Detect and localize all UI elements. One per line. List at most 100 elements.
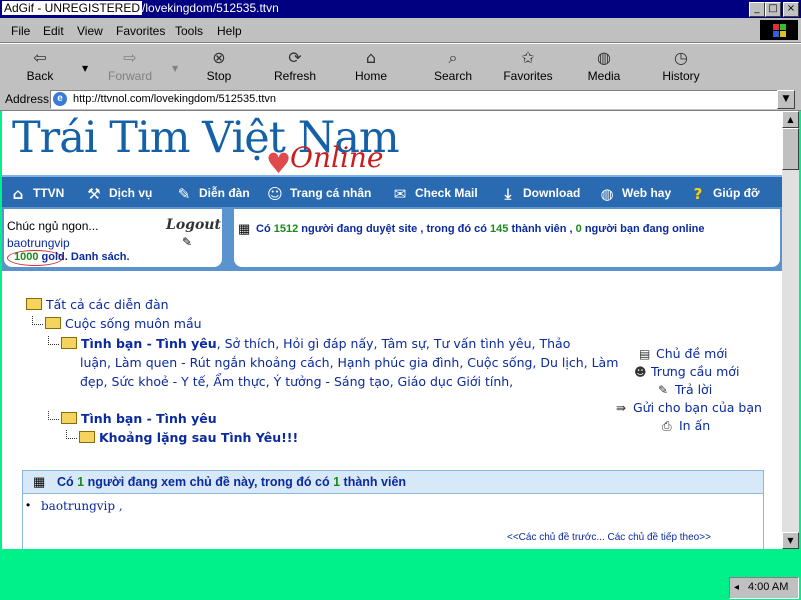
maximize-button[interactable]: □ xyxy=(765,2,781,17)
help-icon: ? xyxy=(693,185,703,203)
tree-line2[interactable]: luận, Làm quen - Rút ngắn khoảng cách, H… xyxy=(80,355,618,370)
minimize-button[interactable]: _ xyxy=(749,2,765,17)
back-button[interactable]: ⇦ Back xyxy=(10,46,70,86)
stats-box: ▦ Có 1512 người đang duyệt site , trong … xyxy=(234,209,780,267)
nav-dien-dan[interactable]: ✎ Diễn đàn xyxy=(174,185,250,203)
address-dropdown-icon[interactable]: ▼ xyxy=(777,90,795,109)
tree-branch xyxy=(48,411,59,420)
tree-tinh-ban-categories: Tình bạn - Tình yêu, Sở thích, Hỏi gì đá… xyxy=(48,336,570,351)
menu-help[interactable]: Help xyxy=(217,24,242,38)
menu-tools[interactable]: Tools xyxy=(175,24,203,38)
system-tray: ◂ 4:00 AM xyxy=(729,577,799,599)
viewers-header: ▦ Có 1 người đang xem chủ đề này, trong … xyxy=(23,471,763,494)
tree-tinh-ban[interactable]: Tình bạn - Tình yêu xyxy=(48,411,217,426)
tree-all-forums[interactable]: Tất cả các diễn đàn xyxy=(26,297,169,312)
new-poll-label: Trưng cầu mới xyxy=(651,364,740,379)
scroll-thumb[interactable] xyxy=(782,128,799,170)
menu-edit[interactable]: Edit xyxy=(43,24,64,38)
house-icon: ⌂ xyxy=(12,185,24,203)
forward-button[interactable]: ⇨ Forward xyxy=(100,46,160,86)
search-button[interactable]: ⌕ Search xyxy=(423,46,483,86)
vertical-scrollbar[interactable]: ▲ ▼ xyxy=(782,111,799,549)
scroll-down-icon[interactable]: ▼ xyxy=(782,532,799,549)
unregistered-label: AdGif - UNREGISTERED xyxy=(2,1,143,15)
nav-check-mail[interactable]: ✉ Check Mail xyxy=(390,185,478,203)
viewer-count: 1 xyxy=(77,475,85,489)
favorites-label: Favorites xyxy=(503,69,553,83)
bullet: • xyxy=(26,498,31,512)
nav-download[interactable]: ⤓ Download xyxy=(498,185,581,203)
logout-icon[interactable]: ✎ xyxy=(182,235,192,249)
visitor-count: 1512 xyxy=(273,223,299,235)
tree-thread[interactable]: Khoảng lặng sau Tình Yêu!!! xyxy=(66,430,298,445)
pager-links[interactable]: <<Các chủ đề trước... Các chủ đề tiếp th… xyxy=(507,532,711,543)
close-button[interactable]: × xyxy=(783,2,799,17)
favorites-button[interactable]: ✩ Favorites xyxy=(498,46,558,86)
address-url[interactable]: http://ttvnol.com/lovekingdom/512535.ttv… xyxy=(73,93,276,105)
history-label: History xyxy=(662,69,700,83)
tree-line3[interactable]: đẹp, Sức khoẻ - Y tế, Ẩm thực, Ý tưởng -… xyxy=(80,374,513,389)
address-input[interactable]: e http://ttvnol.com/lovekingdom/512535.t… xyxy=(50,90,778,109)
stop-button[interactable]: ⊗ Stop xyxy=(189,46,249,86)
viewers-box: ▦ Có 1 người đang xem chủ đề này, trong … xyxy=(22,470,764,549)
tree-line1[interactable]: , Sở thích, Hỏi gì đáp nấy, Tâm sự, Tư v… xyxy=(217,336,571,351)
nav-ttvn[interactable]: ⌂ TTVN xyxy=(8,185,65,203)
refresh-button[interactable]: ⟳ Refresh xyxy=(265,46,325,86)
nav-dich-vu[interactable]: ⚒ Dịch vụ xyxy=(84,185,152,203)
media-button[interactable]: ◍ Media xyxy=(574,46,634,86)
globe-icon: ◍ xyxy=(600,185,614,203)
send-friend-icon: ⇛ xyxy=(616,401,627,415)
tree-branch xyxy=(48,336,59,345)
menu-favorites[interactable]: Favorites xyxy=(116,24,165,38)
nav-web-hay[interactable]: ◍ Web hay xyxy=(597,185,671,203)
gold-label: gold. xyxy=(41,251,68,263)
folder-open-icon xyxy=(26,298,42,310)
menu-view[interactable]: View xyxy=(77,24,103,38)
speaker-icon[interactable]: ◂ xyxy=(734,582,739,593)
reply-link[interactable]: ✎ Trả lời xyxy=(658,382,712,397)
username-link[interactable]: baotrungvip xyxy=(7,236,70,250)
people-icon: ☺ xyxy=(267,185,283,203)
site-nav: ⌂ TTVN ⚒ Dịch vụ ✎ Diễn đàn ☺ Trang cá nhân … xyxy=(2,175,782,209)
new-topic-icon: ▤ xyxy=(639,347,651,361)
title-bar: AdGif - UNREGISTERED/lovekingdom/512535.… xyxy=(0,0,801,18)
site-logo[interactable]: Trái Tim Việt Nam ♥ Online xyxy=(8,111,428,180)
nav-ttvn-label: TTVN xyxy=(33,186,65,201)
menu-file[interactable]: File xyxy=(11,24,30,38)
viewers-mid: người đang xem chủ đề này, trong đó có xyxy=(87,475,330,489)
window-title-path: /lovekingdom/512535.ttvn xyxy=(142,1,279,15)
address-label: Address xyxy=(5,92,50,106)
list-link[interactable]: Danh sách. xyxy=(71,251,130,263)
viewers-suffix: thành viên xyxy=(343,475,407,489)
nav-trang-ca-nhan[interactable]: ☺ Trang cá nhân xyxy=(265,185,371,203)
reply-icon: ✎ xyxy=(658,383,669,397)
back-dropdown-icon[interactable]: ▼ xyxy=(82,64,88,73)
menu-bar: File Edit View Favorites Tools Help xyxy=(0,18,801,43)
back-arrow-icon: ⇦ xyxy=(33,48,47,67)
nav-giup-do[interactable]: ? Giúp đỡ xyxy=(688,185,760,203)
new-topic-link[interactable]: ▤ Chủ đề mới xyxy=(639,346,727,361)
pen-icon: ✎ xyxy=(177,185,191,203)
folder-open-icon xyxy=(61,337,77,349)
tree-branch xyxy=(32,316,43,325)
home-button[interactable]: ⌂ Home xyxy=(341,46,401,86)
print-link[interactable]: ⎙ In ấn xyxy=(662,418,710,434)
member-count: 145 xyxy=(490,223,509,235)
ie-page-icon: e xyxy=(53,92,67,106)
forward-dropdown-icon[interactable]: ▼ xyxy=(172,64,178,73)
viewer-user-link[interactable]: baotrungvip xyxy=(41,499,115,513)
new-poll-link[interactable]: ☻ Trưng cầu mới xyxy=(634,364,739,379)
nav-dien-dan-label: Diễn đàn xyxy=(199,186,250,201)
clock[interactable]: 4:00 AM xyxy=(748,581,788,593)
tree-tinh-ban-bold[interactable]: Tình bạn - Tình yêu xyxy=(81,336,217,351)
scroll-up-icon[interactable]: ▲ xyxy=(782,111,799,128)
logout-button[interactable]: Logout xyxy=(166,217,221,233)
tree-tinh-ban-label: Tình bạn - Tình yêu xyxy=(81,411,217,426)
folder-open-icon xyxy=(61,412,77,424)
send-friend-link[interactable]: ⇛ Gửi cho bạn của bạn xyxy=(616,400,762,415)
history-button[interactable]: ◷ History xyxy=(651,46,711,86)
tree-cuoc-song[interactable]: Cuộc sống muôn mầu xyxy=(32,316,202,331)
stats-prefix: Có xyxy=(256,223,271,235)
print-label: In ấn xyxy=(679,418,711,433)
history-clock-icon: ◷ xyxy=(674,48,688,67)
